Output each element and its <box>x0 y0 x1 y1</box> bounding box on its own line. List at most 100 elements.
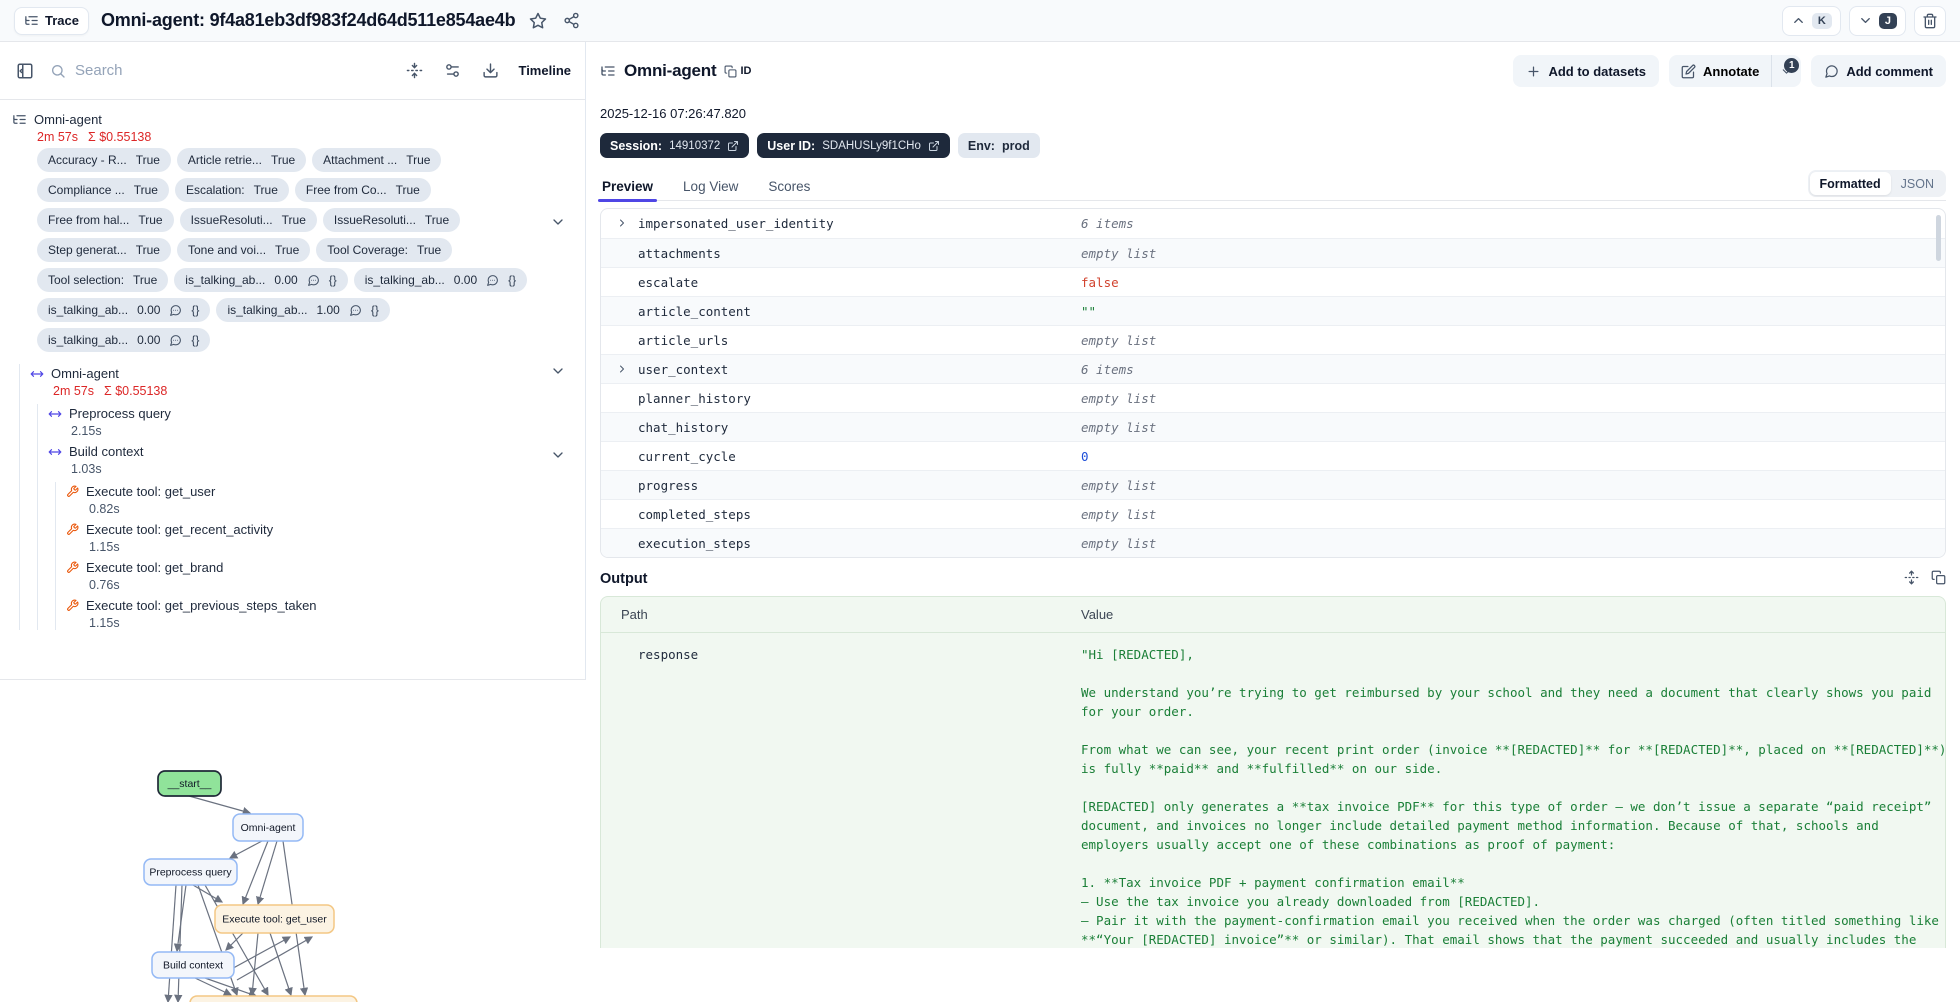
tree-span-row[interactable]: Omni-agent <box>30 364 586 383</box>
tab-preview[interactable]: Preview <box>597 173 658 202</box>
score-badge-value: True <box>135 243 160 257</box>
prev-trace-button[interactable]: K <box>1781 5 1841 36</box>
trace-timestamp: 2025-12-16 07:26:47.820 <box>600 106 747 121</box>
delete-trace-button[interactable] <box>1914 5 1946 36</box>
score-badge[interactable]: is_talking_ab... 0.00 {} <box>37 298 211 322</box>
add-to-datasets-button[interactable]: Add to datasets <box>1513 55 1659 87</box>
tree-span-row[interactable]: Execute tool: get_brand <box>66 558 586 577</box>
collapse-toggle[interactable] <box>550 447 566 466</box>
tree-span-row[interactable]: Execute tool: get_previous_steps_taken <box>66 596 586 615</box>
badge-value: prod <box>1001 138 1030 153</box>
span-label: Execute tool: get_brand <box>86 560 224 575</box>
trace-sidebar: Timeline Omni-agent 2m 57s Σ $0.55138 Accur… <box>0 42 586 1002</box>
timeline-button[interactable]: Timeline <box>518 63 571 78</box>
score-badge[interactable]: Escalation: True <box>174 178 289 202</box>
copy-output-icon[interactable] <box>1931 570 1946 588</box>
score-badge-value: True <box>135 153 160 167</box>
annotate-dropdown-button[interactable]: 1 <box>1771 55 1801 87</box>
score-badge[interactable]: Free from hal... True <box>37 208 174 232</box>
settings-icon[interactable] <box>442 60 463 81</box>
score-badge-value: True <box>138 213 163 227</box>
score-badge[interactable]: Compliance ... True <box>37 178 169 202</box>
format-option-formatted[interactable]: Formatted <box>1809 172 1891 195</box>
collapse-panel-icon[interactable] <box>14 60 36 82</box>
format-option-json[interactable]: JSON <box>1891 172 1944 195</box>
score-badge-label: Escalation: <box>185 183 245 197</box>
graph-node--start-[interactable]: __start__ <box>157 770 222 797</box>
list-tree-icon <box>12 112 27 127</box>
trace-badge[interactable]: Trace <box>14 6 89 35</box>
chevron-down-icon <box>1858 13 1873 28</box>
preview-row-article_content: article_content "" <box>601 296 1945 325</box>
score-badge-row: Free from hal... True IssueResoluti... True… <box>37 208 571 232</box>
tab-scores[interactable]: Scores <box>766 173 812 200</box>
fold-all-icon[interactable] <box>404 60 425 81</box>
score-badge-label: Attachment ... <box>323 153 398 167</box>
score-badge-label: Article retrie... <box>187 153 262 167</box>
score-badge[interactable]: Attachment ... True <box>312 148 442 172</box>
graph-node-execute-tool-get-user[interactable]: Execute tool: get_user <box>214 904 335 934</box>
annotate-button[interactable]: Annotate <box>1669 55 1771 87</box>
preview-row-user_context[interactable]: user_context 6 items <box>601 354 1945 383</box>
graph-node-bottom[interactable] <box>189 995 358 1002</box>
score-badge[interactable]: Article retrie... True <box>176 148 307 172</box>
download-icon[interactable] <box>480 60 501 81</box>
list-tree-icon <box>24 13 39 28</box>
score-badge[interactable]: Tool Coverage: True <box>316 238 453 262</box>
chevron-right-icon[interactable] <box>616 363 628 375</box>
graph-edge <box>248 932 259 997</box>
score-badge[interactable]: IssueResoluti... True <box>179 208 317 232</box>
score-badge-label: IssueResoluti... <box>190 213 273 227</box>
score-badge-value: True <box>395 183 420 197</box>
next-trace-button[interactable]: J <box>1848 5 1906 36</box>
search-box[interactable] <box>50 62 390 79</box>
star-icon[interactable] <box>527 10 549 32</box>
graph-node-preprocess-query[interactable]: Preprocess query <box>143 858 238 886</box>
score-badge[interactable]: is_talking_ab... 0.00 {} <box>353 268 528 292</box>
preview-row-impersonated_user_identity[interactable]: impersonated_user_identity 6 items <box>601 209 1945 238</box>
graph-node-build-context[interactable]: Build context <box>151 951 235 979</box>
tree-span-row[interactable]: Preprocess query <box>48 404 586 423</box>
score-badge-row: Compliance ... True Escalation: True Free fr… <box>37 178 571 202</box>
tab-log-view[interactable]: Log View <box>681 173 740 200</box>
score-badge[interactable]: Tone and voi... True <box>176 238 311 262</box>
score-badge-value: True <box>406 153 431 167</box>
external-link-icon <box>928 140 940 152</box>
tree-span-row[interactable]: Build context <box>48 442 586 461</box>
score-badge[interactable]: Step generat... True <box>37 238 171 262</box>
score-badge-row: Tool selection: True is_talking_ab... 0.00 {… <box>37 268 571 292</box>
score-badge[interactable]: is_talking_ab... 0.00 {} <box>37 328 211 352</box>
share-icon[interactable] <box>561 10 582 31</box>
tree-span-row[interactable]: Execute tool: get_user <box>66 482 586 501</box>
score-badge[interactable]: IssueResoluti... True <box>322 208 461 232</box>
trace-badge-userid[interactable]: User ID: SDAHUSLy9f1CHo <box>757 133 950 158</box>
scrollbar-thumb[interactable] <box>1936 215 1941 261</box>
score-badge-label: is_talking_ab... <box>227 303 308 317</box>
tree-span-row[interactable]: Execute tool: get_recent_activity <box>66 520 586 539</box>
graph-node-omni-agent[interactable]: Omni-agent <box>232 813 304 842</box>
chevron-down-icon <box>550 363 566 379</box>
comment-icon <box>486 274 499 287</box>
expand-output-icon[interactable] <box>1904 570 1919 588</box>
tree-span-row[interactable]: Omni-agent <box>12 110 586 129</box>
preview-value: empty list <box>1081 506 1157 522</box>
score-badge[interactable]: Accuracy - R... True <box>37 148 171 172</box>
chevron-right-icon[interactable] <box>616 217 628 229</box>
trace-badge-env[interactable]: Env: prod <box>957 133 1040 158</box>
span-label: Execute tool: get_previous_steps_taken <box>86 598 317 613</box>
span-label: Execute tool: get_recent_activity <box>86 522 274 537</box>
preview-row-escalate: escalate false <box>601 267 1945 296</box>
collapse-toggle[interactable] <box>550 214 566 233</box>
score-badge[interactable]: is_talking_ab... 1.00 {} <box>216 298 390 322</box>
trace-badge-session[interactable]: Session: 14910372 <box>600 133 750 158</box>
add-comment-button[interactable]: Add comment <box>1811 55 1946 87</box>
score-badge[interactable]: Tool selection: True <box>37 268 169 292</box>
score-badge-value: True <box>424 213 450 227</box>
copy-id-button[interactable]: ID <box>724 65 751 78</box>
badge-value: SDAHUSLy9f1CHo <box>822 139 921 152</box>
score-badge[interactable]: is_talking_ab... 0.00 {} <box>174 268 348 292</box>
score-badge[interactable]: Free from Co... True <box>294 178 431 202</box>
collapse-toggle[interactable] <box>550 363 566 382</box>
search-input[interactable] <box>75 62 295 79</box>
score-badge-label: Compliance ... <box>48 183 125 197</box>
